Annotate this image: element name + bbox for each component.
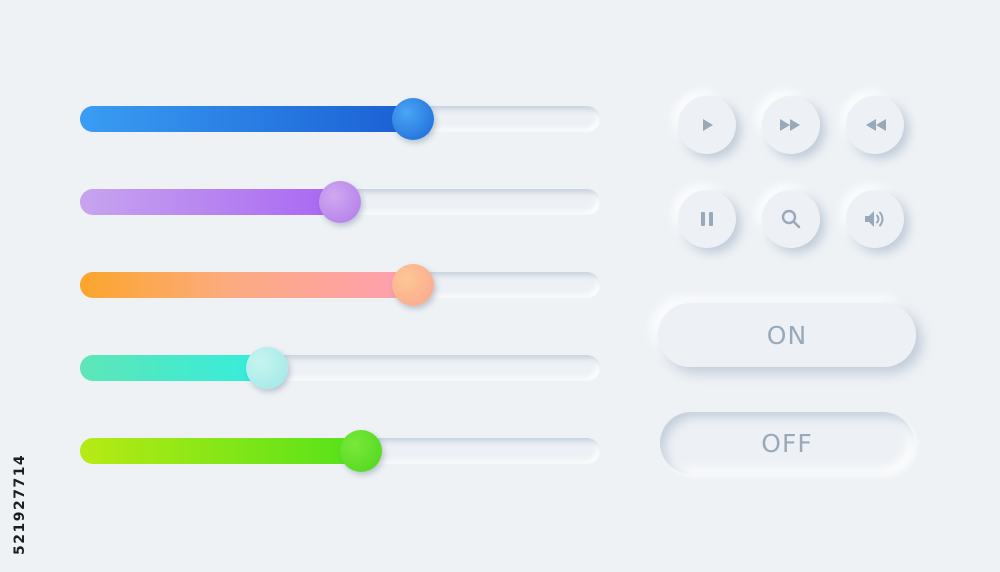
slider-thumb[interactable] bbox=[339, 430, 382, 472]
volume-icon bbox=[862, 208, 888, 230]
play-button[interactable] bbox=[678, 96, 736, 154]
slider-thumb[interactable] bbox=[391, 98, 434, 140]
slider-fill bbox=[80, 106, 413, 132]
teal-slider[interactable] bbox=[80, 347, 600, 389]
blue-slider[interactable] bbox=[80, 98, 600, 140]
slider-thumb[interactable] bbox=[319, 181, 361, 223]
off-label: OFF bbox=[761, 428, 813, 458]
rewind-icon bbox=[862, 115, 888, 135]
search-icon bbox=[780, 208, 802, 230]
search-button[interactable] bbox=[762, 190, 820, 248]
slider-fill bbox=[80, 189, 340, 215]
slider-fill bbox=[80, 272, 413, 298]
slider-fill bbox=[80, 438, 361, 464]
rewind-button[interactable] bbox=[846, 96, 904, 154]
play-icon bbox=[697, 115, 717, 135]
pause-button[interactable] bbox=[678, 190, 736, 248]
slider-thumb[interactable] bbox=[391, 264, 434, 306]
purple-slider[interactable] bbox=[80, 181, 600, 223]
fast-forward-icon bbox=[778, 115, 804, 135]
pause-icon bbox=[697, 209, 717, 229]
stock-id-text: 521927714 bbox=[12, 453, 28, 555]
off-toggle-button[interactable]: OFF bbox=[660, 412, 914, 474]
slider-fill bbox=[80, 355, 268, 381]
volume-button[interactable] bbox=[846, 190, 904, 248]
slider-thumb[interactable] bbox=[246, 347, 289, 389]
fast-forward-button[interactable] bbox=[762, 96, 820, 154]
green-slider[interactable] bbox=[80, 430, 600, 472]
on-label: ON bbox=[766, 320, 808, 350]
on-toggle-button[interactable]: ON bbox=[658, 303, 916, 367]
orange-slider[interactable] bbox=[80, 264, 600, 306]
